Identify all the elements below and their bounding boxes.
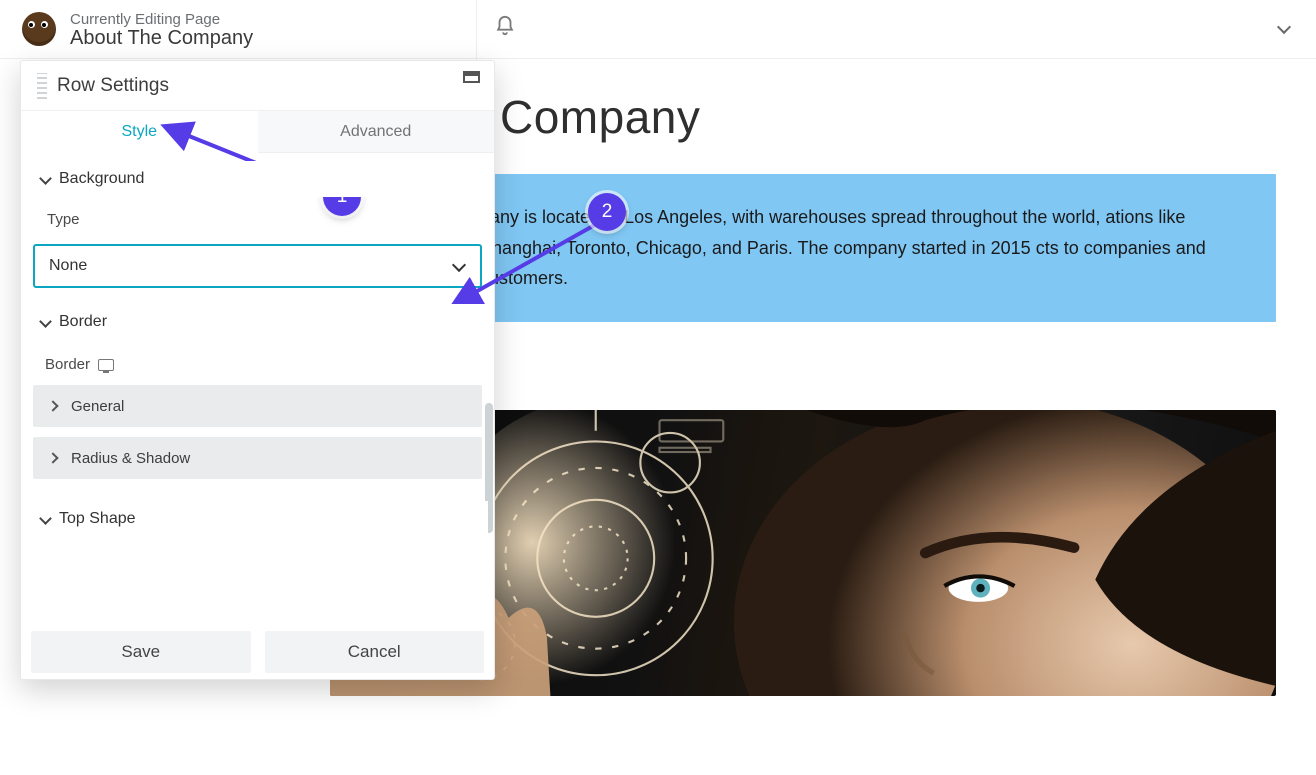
border-field-label: Border — [45, 356, 90, 373]
section-top-shape[interactable]: Top Shape — [27, 501, 488, 537]
page-dropdown-caret[interactable] — [1276, 18, 1294, 41]
border-radius-label: Radius & Shadow — [71, 450, 190, 467]
page-heading: Company — [500, 90, 1276, 144]
page-title-block[interactable]: Currently Editing Page About The Company — [70, 8, 253, 51]
section-border[interactable]: Border — [27, 304, 488, 340]
section-background[interactable]: Background — [27, 161, 488, 197]
app-logo-icon — [22, 12, 56, 46]
background-type-label: Type — [21, 197, 494, 232]
cancel-button[interactable]: Cancel — [265, 631, 485, 673]
chevron-down-icon — [454, 260, 466, 272]
border-general-row[interactable]: General — [33, 385, 482, 427]
background-type-value: None — [49, 257, 87, 275]
section-top-shape-label: Top Shape — [59, 510, 136, 528]
notifications-button[interactable] — [494, 15, 516, 42]
panel-title: Row Settings — [57, 75, 169, 97]
section-background-wrap: Background — [21, 161, 494, 197]
topbar: Currently Editing Page About The Company — [0, 0, 1316, 59]
section-border-label: Border — [59, 313, 107, 331]
panel-window-icon[interactable] — [463, 71, 480, 83]
border-field-row: Border — [21, 340, 494, 375]
chevron-right-icon — [47, 452, 58, 463]
tab-style[interactable]: Style — [21, 111, 258, 152]
chevron-down-icon — [41, 514, 51, 524]
border-general-label: General — [71, 398, 124, 415]
panel-tabs: Style Advanced — [21, 111, 494, 153]
panel-header[interactable]: Row Settings — [21, 61, 494, 111]
chevron-down-icon — [41, 174, 51, 184]
background-type-select[interactable]: None — [33, 244, 482, 288]
tab-advanced[interactable]: Advanced — [258, 111, 495, 152]
save-button[interactable]: Save — [31, 631, 251, 673]
border-radius-row[interactable]: Radius & Shadow — [33, 437, 482, 479]
section-background-label: Background — [59, 170, 144, 188]
row-settings-panel: Row Settings Style Advanced Background T… — [20, 60, 495, 680]
chevron-down-icon — [1276, 18, 1294, 36]
bell-icon — [494, 24, 516, 41]
panel-body: Background Type None Border Border Gener… — [21, 153, 494, 625]
chevron-down-icon — [41, 317, 51, 327]
panel-footer: Save Cancel — [21, 625, 494, 679]
editing-title: About The Company — [70, 27, 253, 50]
drag-handle-icon[interactable] — [37, 73, 47, 99]
chevron-right-icon — [47, 400, 58, 411]
row-text: pany is located in Los Angeles, with war… — [480, 207, 1206, 288]
section-top-shape-wrap: Top Shape — [21, 501, 494, 537]
responsive-icon[interactable] — [98, 359, 114, 371]
editing-subtitle: Currently Editing Page — [70, 12, 253, 28]
app-logo-wrap: Currently Editing Page About The Company — [22, 8, 253, 51]
section-border-wrap: Border — [21, 304, 494, 340]
